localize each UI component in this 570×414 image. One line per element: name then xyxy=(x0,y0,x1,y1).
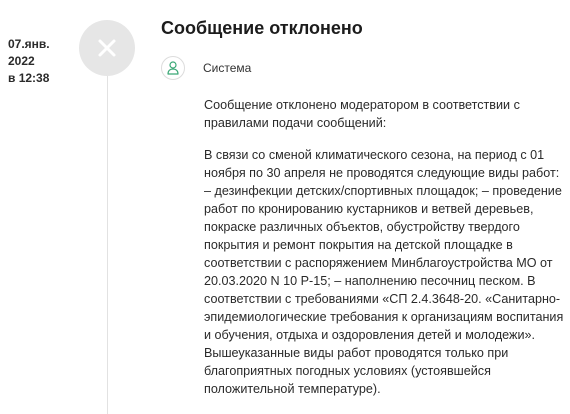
message-body: Сообщение отклонено модератором в соотве… xyxy=(204,96,564,412)
user-icon xyxy=(167,61,179,75)
event-date-time: в 12:38 xyxy=(8,71,50,85)
timeline-line xyxy=(107,76,108,414)
message-paragraph: В связи со сменой климатического сезона,… xyxy=(204,148,564,396)
rejected-status-indicator xyxy=(79,20,135,76)
author-avatar xyxy=(161,56,185,80)
author-name: Система xyxy=(203,61,252,75)
message-paragraph: Сообщение отклонено модератором в соотве… xyxy=(204,98,520,130)
close-icon xyxy=(98,39,116,57)
event-title: Сообщение отклонено xyxy=(161,18,363,38)
event-author: Система xyxy=(161,55,251,81)
history-event: 07.янв. 2022 в 12:38 Сообщение отклонено… xyxy=(0,0,570,414)
event-date-year: 2022 xyxy=(8,54,35,68)
event-date-day: 07.янв. xyxy=(8,37,50,51)
event-date: 07.янв. 2022 в 12:38 xyxy=(8,36,78,87)
